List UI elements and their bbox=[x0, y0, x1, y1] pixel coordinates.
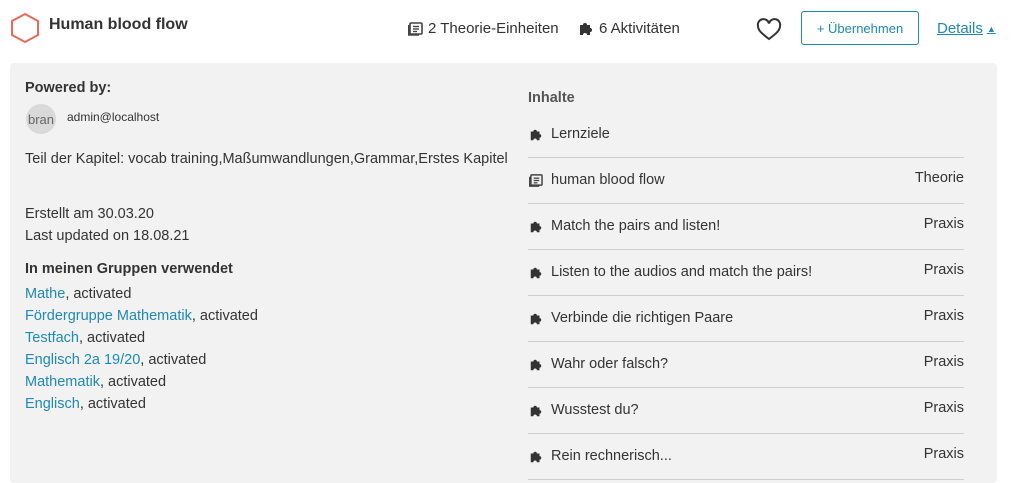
content-row-label: human blood flow bbox=[551, 172, 665, 188]
module-header: Human blood flow 2 Theorie-Einheiten 6 A… bbox=[0, 0, 1024, 62]
content-row-type: Praxis bbox=[923, 308, 964, 324]
group-item: Englisch 2a 19/20, activated bbox=[25, 352, 206, 368]
content-row-label: Rein rechnerisch... bbox=[551, 448, 672, 464]
chapters-text: Teil der Kapitel: vocab training,Maßumwa… bbox=[25, 151, 508, 167]
contents-heading: Inhalte bbox=[528, 90, 575, 106]
content-row-activity[interactable]: Wusstest du? Praxis bbox=[528, 388, 964, 434]
group-status: , activated bbox=[79, 396, 146, 412]
content-row-type: Praxis bbox=[923, 354, 964, 370]
avatar: bran bbox=[26, 104, 56, 134]
puzzle-icon bbox=[530, 221, 542, 233]
puzzle-icon bbox=[530, 129, 542, 141]
module-title: Human blood flow bbox=[49, 16, 188, 33]
activities-label: 6 Aktivitäten bbox=[599, 20, 680, 37]
book-icon bbox=[529, 174, 543, 187]
content-row-type: Praxis bbox=[923, 262, 964, 278]
activities-count: 6 Aktivitäten bbox=[578, 20, 680, 37]
content-row-type: Praxis bbox=[923, 400, 964, 416]
theory-units-label: 2 Theorie-Einheiten bbox=[428, 20, 559, 37]
puzzle-icon bbox=[580, 22, 592, 35]
content-row-type: Praxis bbox=[923, 216, 964, 232]
powered-by-heading: Powered by: bbox=[25, 80, 112, 96]
details-panel: Powered by: bran admin@localhost Teil de… bbox=[10, 63, 997, 483]
group-link[interactable]: Englisch bbox=[25, 396, 80, 412]
content-row-activity[interactable]: Wahr oder falsch? Praxis bbox=[528, 342, 964, 388]
heart-icon[interactable] bbox=[756, 18, 782, 42]
theory-units-count: 2 Theorie-Einheiten bbox=[408, 20, 559, 37]
puzzle-icon bbox=[530, 313, 542, 325]
group-status: , activated bbox=[140, 352, 207, 368]
puzzle-icon bbox=[530, 451, 542, 463]
group-item: Fördergruppe Mathematik, activated bbox=[25, 308, 258, 324]
group-status: , activated bbox=[99, 374, 167, 390]
details-label: Details bbox=[937, 20, 983, 37]
group-item: Testfach, activated bbox=[25, 330, 145, 346]
created-date: Erstellt am 30.03.20 bbox=[25, 206, 154, 222]
puzzle-icon bbox=[530, 359, 542, 371]
content-row-label: Wahr oder falsch? bbox=[551, 356, 669, 372]
group-link[interactable]: Mathematik bbox=[25, 374, 100, 390]
puzzle-icon bbox=[530, 405, 542, 417]
content-row-label: Lernziele bbox=[551, 126, 610, 142]
content-row-activity[interactable]: Rein rechnerisch... Praxis bbox=[528, 434, 964, 480]
group-item: Mathe, activated bbox=[25, 286, 131, 302]
group-item: Englisch, activated bbox=[25, 396, 146, 412]
group-status: , activated bbox=[65, 286, 132, 302]
author-email: admin@localhost bbox=[67, 110, 160, 124]
content-row-theory[interactable]: human blood flow Theorie bbox=[528, 158, 964, 204]
content-row-activity[interactable]: Verbinde die richtigen Paare Praxis bbox=[528, 296, 964, 342]
group-status: , activated bbox=[79, 330, 146, 346]
content-row-label: Match the pairs and listen! bbox=[551, 218, 721, 234]
content-row-activity[interactable]: Match the pairs and listen! Praxis bbox=[528, 204, 964, 250]
group-link[interactable]: Mathe bbox=[25, 286, 65, 302]
puzzle-icon bbox=[530, 267, 542, 279]
group-item: Mathematik, activated bbox=[25, 374, 166, 390]
group-status: , activated bbox=[191, 308, 258, 324]
book-icon bbox=[408, 21, 423, 36]
group-link[interactable]: Testfach bbox=[25, 330, 79, 346]
group-link[interactable]: Englisch 2a 19/20 bbox=[25, 352, 140, 368]
content-row-label: Wusstest du? bbox=[551, 402, 639, 418]
content-row-activity[interactable]: Listen to the audios and match the pairs… bbox=[528, 250, 964, 296]
groups-heading: In meinen Gruppen verwendet bbox=[25, 261, 233, 277]
group-link[interactable]: Fördergruppe Mathematik bbox=[25, 308, 192, 324]
caret-up-icon: ▲ bbox=[986, 23, 996, 34]
content-row-type: Praxis bbox=[923, 446, 964, 462]
content-row-label: Listen to the audios and match the pairs… bbox=[551, 264, 813, 280]
content-row-learning-goals[interactable]: Lernziele bbox=[528, 112, 964, 158]
hexagon-icon bbox=[11, 12, 39, 44]
updated-date: Last updated on 18.08.21 bbox=[25, 228, 190, 244]
content-row-type: Theorie bbox=[914, 170, 964, 186]
details-toggle[interactable]: Details ▲ bbox=[937, 20, 996, 37]
content-row-label: Verbinde die richtigen Paare bbox=[551, 310, 734, 326]
adopt-button[interactable]: + Übernehmen bbox=[801, 11, 919, 45]
